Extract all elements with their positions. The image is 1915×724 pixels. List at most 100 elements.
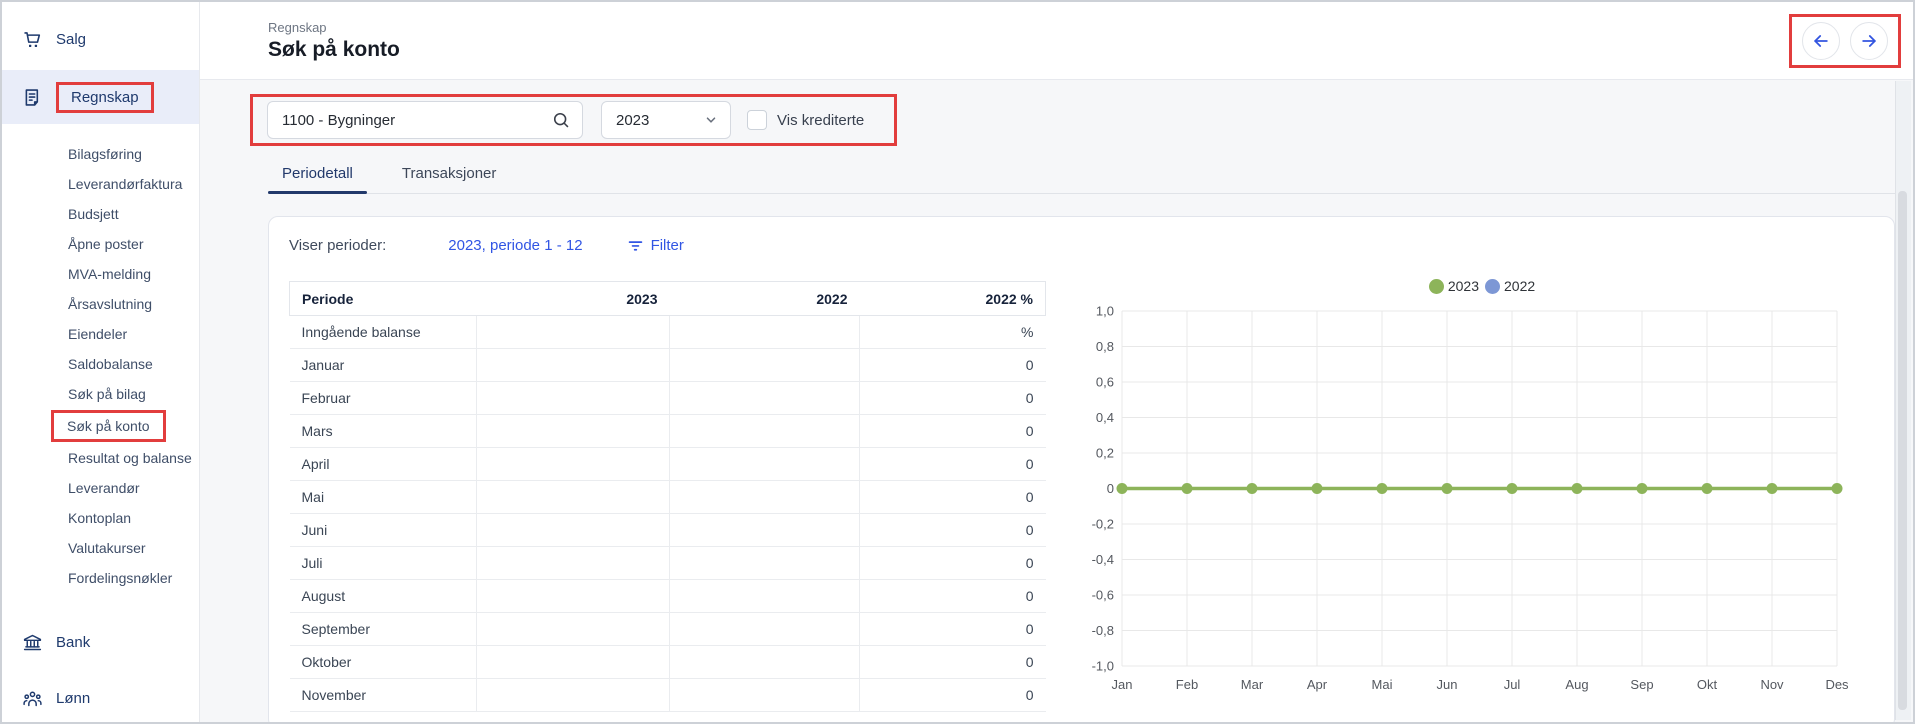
svg-text:1,0: 1,0	[1096, 304, 1114, 319]
period-bar-label: Viser perioder:	[289, 237, 386, 254]
column-header-2: 2022	[670, 282, 860, 316]
table-cell	[670, 349, 860, 382]
svg-text:Feb: Feb	[1176, 677, 1198, 692]
sidebar-item-label: Bank	[56, 634, 90, 651]
sidebar-bottom-sections: Bank Lønn	[2, 619, 199, 721]
table-row: Mai0	[290, 481, 1046, 514]
filter-button[interactable]: Filter	[627, 237, 684, 254]
table-cell: 0	[860, 448, 1046, 481]
sidebar-item-arsavslutning[interactable]: Årsavslutning	[2, 289, 199, 319]
table-cell: 0	[860, 580, 1046, 613]
sidebar-item-label: Lønn	[56, 690, 90, 707]
table-cell	[477, 646, 670, 679]
sidebar-item-fordelingsnokler[interactable]: Fordelingsnøkler	[2, 563, 199, 593]
table-cell	[670, 547, 860, 580]
content-row: Periode202320222022 % Inngående balanse%…	[289, 270, 1874, 712]
svg-text:Jan: Jan	[1112, 677, 1133, 692]
tab-transaksjoner[interactable]: Transaksjoner	[388, 156, 510, 193]
table-row: Januar0	[290, 349, 1046, 382]
people-icon	[22, 688, 43, 709]
show-credited-wrap: Vis krediterte	[747, 110, 864, 130]
scrollbar-thumb[interactable]	[1898, 191, 1907, 710]
show-credited-checkbox[interactable]	[747, 110, 767, 130]
back-button[interactable]	[1802, 22, 1840, 60]
period-range-link[interactable]: 2023, periode 1 - 12	[448, 237, 582, 254]
app-root: Salg Regnskap BilagsføringLeverandørfaktu…	[0, 0, 1915, 724]
sidebar-item-leverandor[interactable]: Leverandør	[2, 473, 199, 503]
year-select[interactable]: 2023	[601, 101, 731, 139]
table-cell: 0	[860, 514, 1046, 547]
table-cell: Oktober	[290, 646, 477, 679]
table-cell: 0	[860, 613, 1046, 646]
svg-text:-1,0: -1,0	[1092, 659, 1114, 674]
sidebar-item-valutakurser[interactable]: Valutakurser	[2, 533, 199, 563]
table-row: Juli0	[290, 547, 1046, 580]
table-cell: Inngående balanse	[290, 316, 477, 349]
table-cell	[670, 382, 860, 415]
table-cell	[670, 448, 860, 481]
sidebar-item-label: Salg	[56, 31, 86, 48]
sidebar-item-mva-melding[interactable]: MVA-melding	[2, 259, 199, 289]
sidebar: Salg Regnskap BilagsføringLeverandørfaktu…	[2, 2, 200, 722]
scrollbar-track	[1895, 81, 1911, 720]
sidebar-item-salg[interactable]: Salg	[2, 16, 199, 62]
sidebar-item-bilagsforing[interactable]: Bilagsføring	[2, 139, 199, 169]
sidebar-item-leverandorfaktura[interactable]: Leverandørfaktura	[2, 169, 199, 199]
table-row: April 0	[290, 448, 1046, 481]
arrow-right-icon	[1859, 31, 1879, 51]
show-credited-label: Vis krediterte	[777, 112, 864, 129]
sidebar-item-eiendeler[interactable]: Eiendeler	[2, 319, 199, 349]
main-area: Regnskap Søk på konto 2023	[200, 2, 1913, 722]
chart-legend: 20232022	[1426, 278, 1538, 294]
table-cell: 0	[860, 646, 1046, 679]
table-row: Mars 0	[290, 415, 1046, 448]
tab-bar: Periodetall Transaksjoner	[268, 156, 1895, 194]
annotation-box-arrows	[1789, 14, 1901, 68]
sidebar-item-bank[interactable]: Bank	[2, 619, 199, 665]
period-detail-card: Viser perioder: 2023, periode 1 - 12 Fil…	[268, 216, 1895, 724]
table-cell: Mars	[290, 415, 477, 448]
table-cell	[477, 349, 670, 382]
svg-text:-0,4: -0,4	[1092, 552, 1114, 567]
svg-text:0: 0	[1107, 481, 1114, 496]
table-row: Juni0	[290, 514, 1046, 547]
table-cell: August	[290, 580, 477, 613]
table-cell: 0	[860, 415, 1046, 448]
table-row: August 0	[290, 580, 1046, 613]
column-header-0: Periode	[290, 282, 477, 316]
table-cell	[670, 514, 860, 547]
sidebar-item-sok-pa-bilag[interactable]: Søk på bilag	[2, 379, 199, 409]
table-cell	[477, 448, 670, 481]
table-cell: September	[290, 613, 477, 646]
sidebar-item-regnskap[interactable]: Regnskap	[2, 70, 199, 124]
search-icon[interactable]	[551, 110, 571, 130]
forward-button[interactable]	[1850, 22, 1888, 60]
page-title: Søk på konto	[268, 38, 400, 62]
table-cell: Februar	[290, 382, 477, 415]
period-bar: Viser perioder: 2023, periode 1 - 12 Fil…	[289, 233, 1874, 257]
svg-text:-0,6: -0,6	[1092, 588, 1114, 603]
sidebar-item-budsjett[interactable]: Budsjett	[2, 199, 199, 229]
table-cell: Juli	[290, 547, 477, 580]
sidebar-item-label: Regnskap	[71, 89, 139, 106]
sidebar-item-lonn[interactable]: Lønn	[2, 675, 199, 721]
svg-text:0,6: 0,6	[1096, 375, 1114, 390]
legend-item-2022: 2022	[1485, 278, 1535, 294]
tab-periodetall[interactable]: Periodetall	[268, 156, 367, 193]
table-row: Februar0	[290, 382, 1046, 415]
sidebar-item-sok-pa-konto[interactable]: Søk på konto	[51, 410, 166, 442]
svg-text:Sep: Sep	[1630, 677, 1653, 692]
svg-text:0,8: 0,8	[1096, 339, 1114, 354]
account-search-wrap	[267, 101, 583, 139]
sidebar-top-sections: Salg Regnskap	[2, 16, 199, 124]
table-cell	[477, 514, 670, 547]
sidebar-item-saldobalanse[interactable]: Saldobalanse	[2, 349, 199, 379]
account-search-input[interactable]	[267, 101, 583, 139]
sidebar-item-apne-poster[interactable]: Åpne poster	[2, 229, 199, 259]
sidebar-item-resultat-og-balanse[interactable]: Resultat og balanse	[2, 443, 199, 473]
table-cell	[670, 415, 860, 448]
sidebar-item-kontoplan[interactable]: Kontoplan	[2, 503, 199, 533]
table-cell	[670, 316, 860, 349]
table-cell	[477, 613, 670, 646]
table-cell: April	[290, 448, 477, 481]
